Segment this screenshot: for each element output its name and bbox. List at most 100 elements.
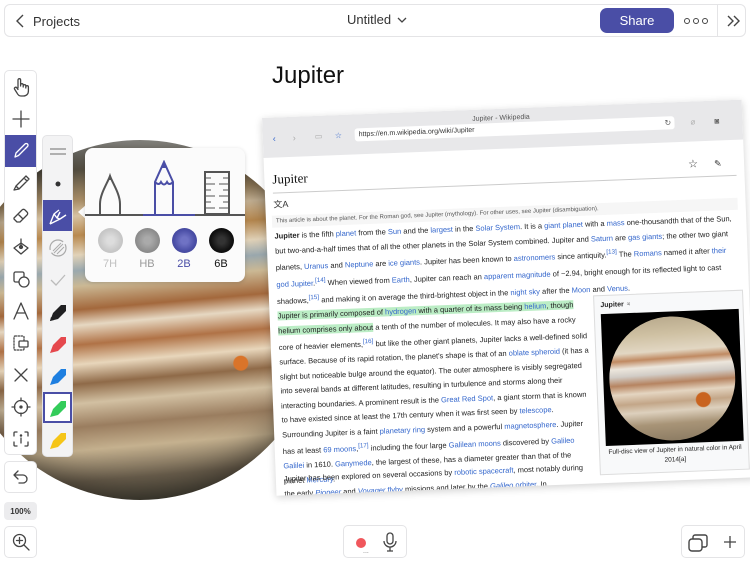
record-button[interactable] — [356, 538, 366, 548]
pencil-options-popup: 7H HB 2B 6B — [85, 148, 245, 282]
highlighter-tool[interactable] — [5, 167, 36, 199]
language-icon: 文A — [273, 199, 289, 210]
stroke-width-button[interactable] — [43, 136, 72, 167]
grade-label: HB — [139, 258, 155, 270]
highlighter-icon — [12, 175, 30, 191]
zoom-in-button[interactable] — [4, 526, 37, 558]
shapes-icon — [12, 271, 30, 288]
close-icon — [13, 368, 28, 382]
text-icon — [12, 302, 29, 320]
chevron-down-icon — [397, 17, 407, 23]
grade-6b-option[interactable]: 6B — [203, 228, 239, 270]
microphone-icon[interactable] — [382, 532, 398, 552]
share-button[interactable]: Share — [600, 8, 674, 33]
info-tool[interactable] — [5, 423, 36, 455]
texture-circle-icon — [48, 238, 67, 257]
grade-7h-swatch — [97, 228, 123, 253]
texture-button[interactable] — [43, 232, 72, 263]
document-title-menu[interactable]: Untitled — [347, 12, 407, 27]
wiki-heading: Jupiter — [272, 170, 309, 187]
grade-hb-swatch — [134, 228, 160, 253]
pencil-icon — [13, 142, 29, 158]
undo-button[interactable] — [4, 461, 37, 493]
color-swatch-green[interactable] — [43, 392, 72, 423]
more-dot-icon — [693, 18, 699, 24]
color-swatch-red[interactable] — [43, 328, 72, 359]
page-title[interactable]: Jupiter — [272, 62, 344, 90]
color-swatch-black[interactable] — [43, 296, 72, 327]
more-options-button[interactable] — [683, 11, 709, 31]
zoom-level[interactable]: 100% — [4, 502, 37, 520]
camera-icon: ◙ — [714, 116, 720, 126]
dot-icon — [55, 181, 60, 186]
grade-label: 6B — [214, 258, 228, 270]
pen-type-row — [85, 148, 245, 218]
grade-2b-option[interactable]: 2B — [166, 228, 202, 270]
shapes-tool[interactable] — [5, 263, 36, 295]
browser-back-icon: ‹ — [272, 133, 276, 144]
add-page-icon[interactable] — [722, 534, 738, 550]
marker-black-icon — [49, 304, 66, 321]
wikipedia-screenshot[interactable]: Jupiter - Wikipedia ‹ › ▭ ☆ https://en.m… — [262, 99, 750, 496]
double-chevron-right-icon[interactable] — [723, 11, 743, 31]
browser-forward-icon: › — [292, 132, 296, 143]
color-swatch-blue[interactable] — [43, 360, 72, 391]
more-dot-icon — [684, 18, 690, 24]
info-frame-icon — [12, 431, 29, 447]
undo-icon — [12, 470, 28, 484]
chevron-left-icon — [16, 14, 24, 28]
divider — [272, 174, 737, 194]
pen-options-toolbar — [42, 135, 73, 457]
grade-hb-option[interactable]: HB — [129, 228, 165, 270]
selection-tool[interactable] — [5, 327, 36, 359]
browser-bookmark-icon: ☆ — [334, 130, 343, 141]
recording-controls: ... — [343, 525, 407, 558]
star-icon: ☆ — [687, 158, 699, 171]
edit-lock-icon: ✎ — [713, 158, 722, 169]
pencil-sketch-icon — [48, 208, 66, 225]
pencil-pen-icon[interactable] — [149, 160, 179, 214]
grade-label: 7H — [102, 258, 118, 270]
fill-tool[interactable] — [5, 231, 36, 263]
grade-2b-swatch — [171, 228, 197, 253]
marker-red-icon — [49, 336, 66, 353]
hand-tool[interactable] — [5, 71, 36, 103]
infobox-title: Jupiter ♃ — [600, 300, 632, 310]
record-options-icon[interactable]: ... — [363, 548, 369, 555]
reload-icon: ↻ — [664, 118, 672, 128]
tool-toolbar — [4, 70, 37, 455]
marker-yellow-icon — [49, 432, 66, 449]
divider — [717, 5, 718, 36]
eraser-icon — [12, 208, 28, 223]
crosshair-icon — [10, 397, 31, 417]
delete-tool[interactable] — [5, 359, 36, 391]
text-tool[interactable] — [5, 295, 36, 327]
confirm-button[interactable] — [43, 264, 72, 295]
infobox-caption: Full-disc view of Jupiter in natural col… — [608, 443, 742, 464]
plus-icon — [11, 110, 30, 128]
browser-tabs-icon: ▭ — [314, 131, 323, 141]
pencil-style-button[interactable] — [43, 200, 72, 231]
pencil-tool[interactable] — [5, 135, 36, 167]
color-swatch-yellow[interactable] — [43, 424, 72, 455]
pencil-grades: 7H HB 2B 6B — [85, 228, 245, 278]
grade-6b-swatch — [208, 228, 234, 253]
browser-chrome: Jupiter - Wikipedia ‹ › ▭ ☆ https://en.m… — [262, 99, 744, 158]
more-dot-icon — [702, 18, 708, 24]
grade-7h-option[interactable]: 7H — [92, 228, 128, 270]
paint-bucket-icon — [12, 238, 29, 255]
infobox-image — [600, 308, 744, 447]
laser-pointer-tool[interactable] — [5, 391, 36, 423]
stroke-lines-icon — [49, 147, 66, 155]
back-to-projects-button[interactable]: Projects — [15, 11, 80, 31]
fineliner-pen-icon[interactable] — [95, 170, 125, 214]
marker-green-icon — [49, 400, 66, 417]
jupiter-photo — [606, 314, 738, 443]
ruler-icon[interactable] — [203, 170, 231, 214]
link-icon: ⌀ — [690, 117, 696, 127]
eraser-tool[interactable] — [5, 199, 36, 231]
lasso-select-icon — [12, 335, 29, 351]
pages-icon[interactable] — [687, 533, 709, 553]
add-tool[interactable] — [5, 103, 36, 135]
dot-size-button[interactable] — [43, 168, 72, 199]
